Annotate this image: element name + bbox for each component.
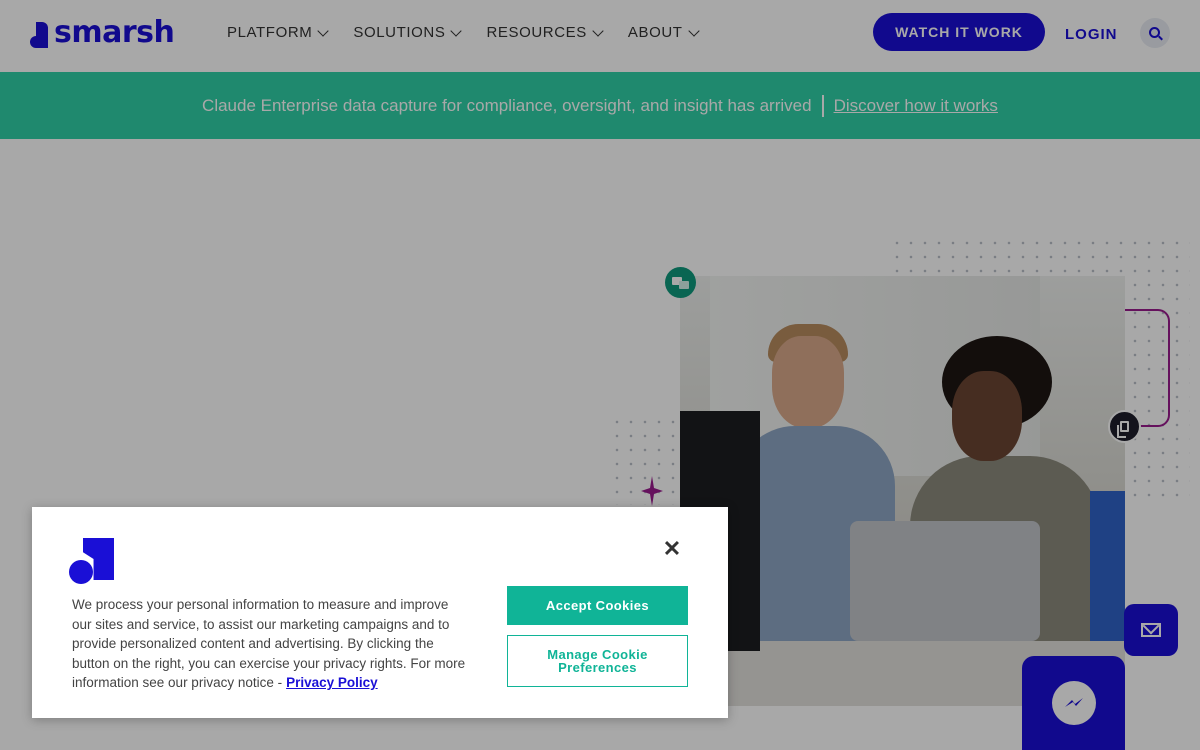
- close-icon[interactable]: ✕: [662, 536, 682, 561]
- manage-cookie-preferences-button[interactable]: Manage Cookie Preferences: [507, 635, 688, 687]
- smarsh-logo-icon: [69, 538, 115, 584]
- cookie-consent-dialog: ✕ We process your personal information t…: [32, 507, 728, 718]
- cookie-description: We process your personal information to …: [72, 595, 467, 693]
- cookie-body-text: We process your personal information to …: [72, 597, 466, 691]
- accept-cookies-button[interactable]: Accept Cookies: [507, 586, 688, 625]
- privacy-policy-link[interactable]: Privacy Policy: [286, 675, 378, 690]
